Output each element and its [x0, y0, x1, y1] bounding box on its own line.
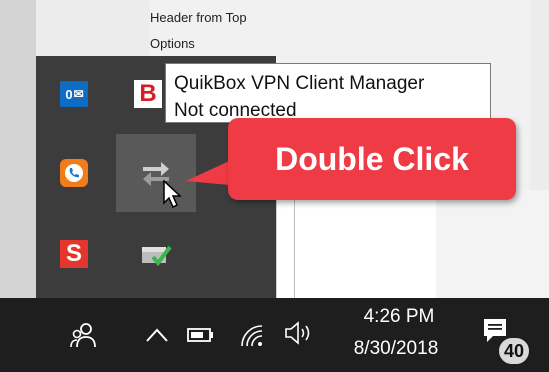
- background-column: [276, 190, 295, 298]
- mouse-cursor-icon: [163, 179, 185, 210]
- background-right-area: [436, 190, 549, 298]
- b-app-icon[interactable]: B: [128, 74, 168, 114]
- callout-text: Double Click: [275, 140, 469, 177]
- outlook-icon[interactable]: 0 ✉: [54, 74, 94, 114]
- background-text-options: Options: [150, 36, 195, 51]
- clock-time[interactable]: 4:26 PM: [340, 306, 458, 328]
- wifi-icon[interactable]: [236, 318, 270, 352]
- background-left-panel: [0, 0, 36, 298]
- people-icon[interactable]: [66, 318, 100, 352]
- volume-icon[interactable]: [280, 316, 320, 350]
- outlook-icon-label: 0: [65, 86, 72, 102]
- double-click-callout: Double Click: [228, 118, 516, 200]
- tooltip-title: QuikBox VPN Client Manager: [174, 73, 425, 94]
- chevron-up-icon[interactable]: [140, 318, 174, 352]
- notification-count-badge: 40: [497, 336, 531, 366]
- s-app-icon[interactable]: S: [54, 234, 94, 274]
- background-text-header: Header from Top: [150, 10, 247, 25]
- vpn-tooltip: QuikBox VPN Client Manager Not connected: [165, 63, 491, 123]
- battery-icon[interactable]: [184, 318, 218, 352]
- background-column: [294, 190, 438, 298]
- clock-date[interactable]: 8/30/2018: [334, 338, 458, 360]
- phone-app-icon[interactable]: [54, 153, 94, 193]
- check-app-icon[interactable]: [136, 234, 176, 274]
- b-app-icon-label: B: [134, 80, 162, 108]
- taskbar: 4:26 PM 8/30/2018: [0, 298, 549, 372]
- s-app-icon-label: S: [60, 240, 88, 268]
